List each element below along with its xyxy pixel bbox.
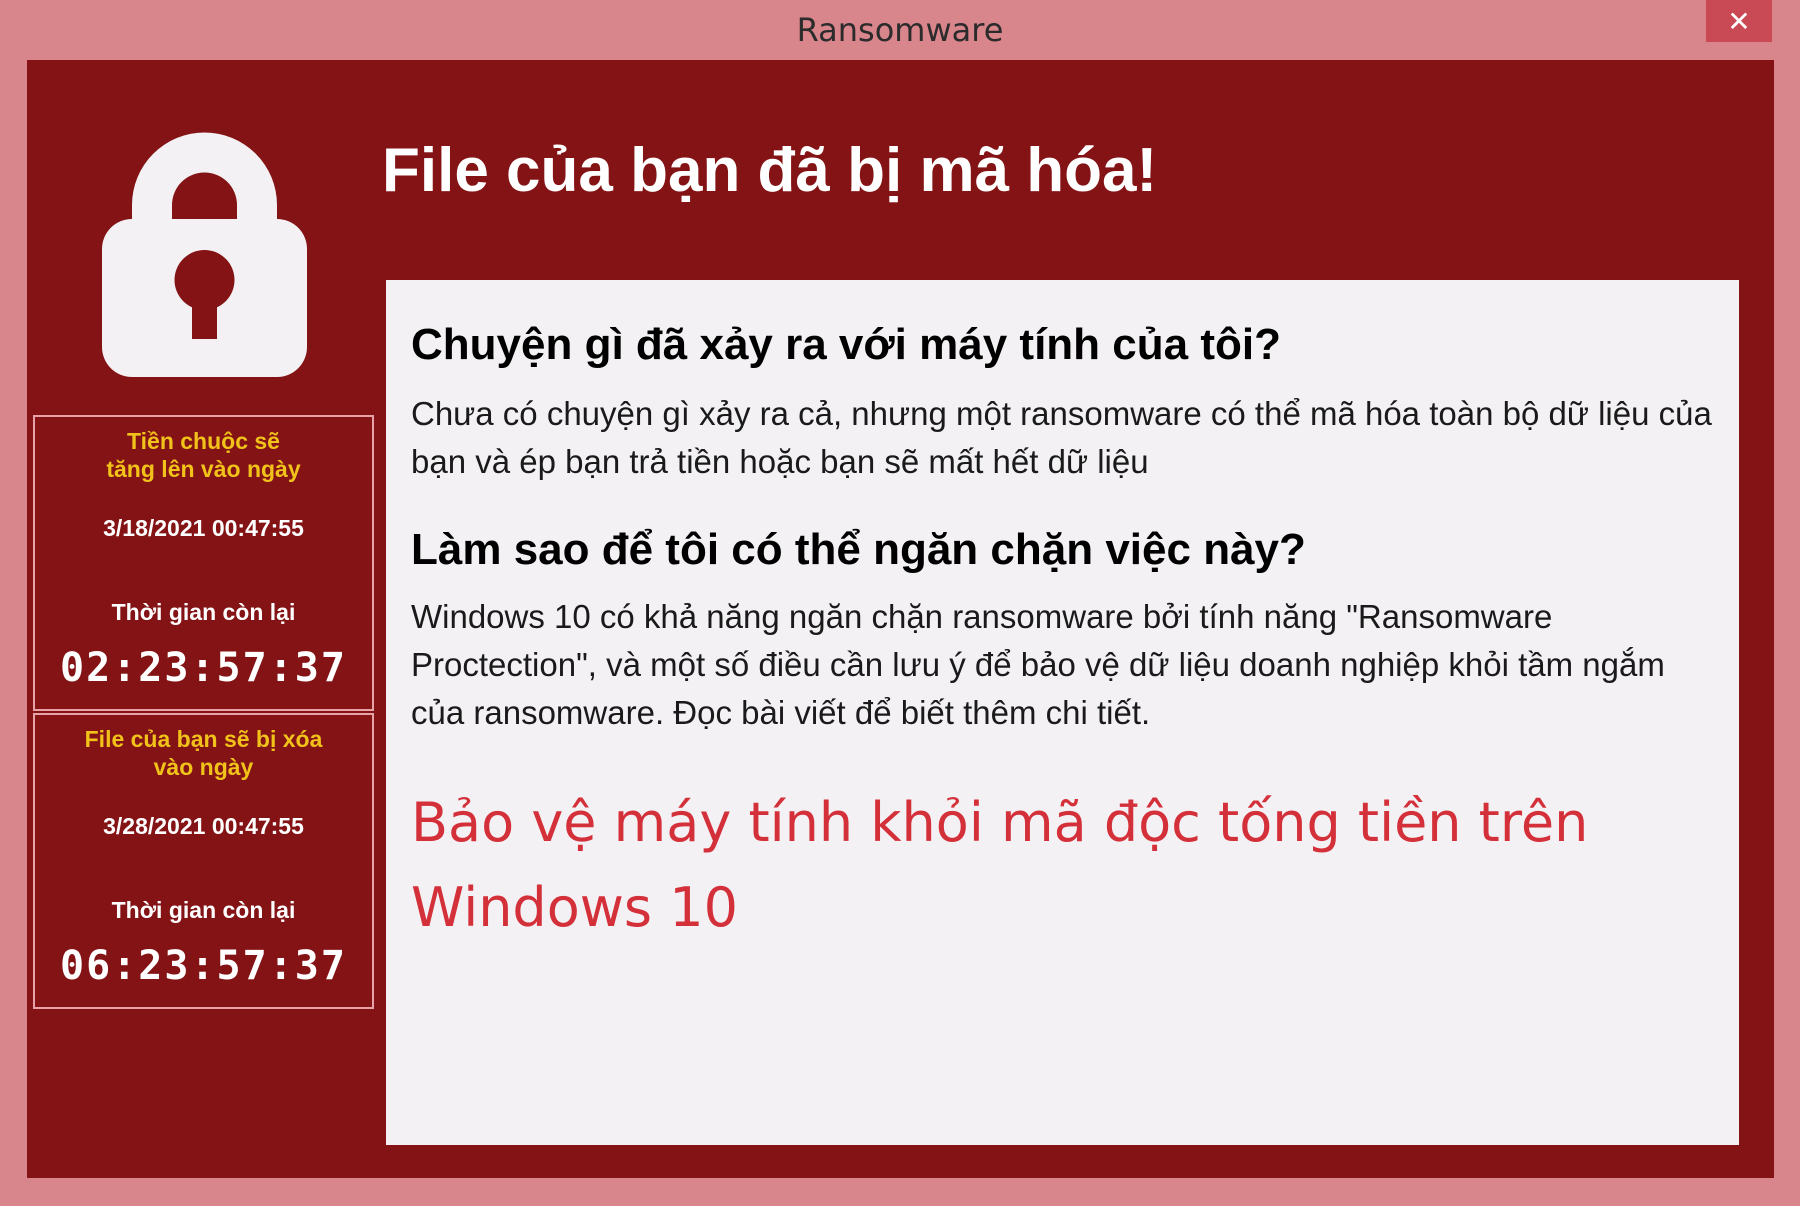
headline: File của bạn đã bị mã hóa! (382, 136, 1158, 205)
message-box: Chuyện gì đã xảy ra với máy tính của tôi… (386, 280, 1739, 1145)
panel-date: 3/18/2021 00:47:55 (103, 515, 304, 541)
article-link[interactable]: Bảo vệ máy tính khỏi mã độc tống tiền tr… (411, 780, 1661, 950)
countdown-timer: 02:23:57:37 (60, 645, 347, 691)
ransom-increase-panel: Tiền chuộc sẽ tăng lên vào ngày 3/18/202… (33, 415, 374, 711)
panel-heading: File của bạn sẽ bị xóa vào ngày (84, 726, 323, 780)
countdown-timer: 06:23:57:37 (60, 943, 347, 989)
padlock-icon (102, 132, 307, 377)
question-how-to-prevent: Làm sao để tôi có thể ngăn chặn việc này… (411, 525, 1306, 574)
file-deletion-panel: File của bạn sẽ bị xóa vào ngày 3/28/202… (33, 713, 374, 1009)
panel-heading: Tiền chuộc sẽ tăng lên vào ngày (106, 428, 301, 482)
time-remaining-label: Thời gian còn lại (111, 599, 296, 625)
ransom-panel: File của bạn đã bị mã hóa! Tiền chuộc sẽ… (27, 60, 1774, 1178)
panel-date: 3/28/2021 00:47:55 (103, 813, 304, 839)
time-remaining-label: Thời gian còn lại (111, 897, 296, 923)
close-icon: ✕ (1727, 4, 1751, 38)
answer-how-to-prevent: Windows 10 có khả năng ngăn chặn ransomw… (411, 598, 1665, 731)
close-button[interactable]: ✕ (1706, 0, 1772, 42)
answer-what-happened: Chưa có chuyện gì xảy ra cả, nhưng một r… (411, 395, 1712, 480)
question-what-happened: Chuyện gì đã xảy ra với máy tính của tôi… (411, 320, 1281, 369)
window-title: Ransomware (796, 11, 1004, 49)
